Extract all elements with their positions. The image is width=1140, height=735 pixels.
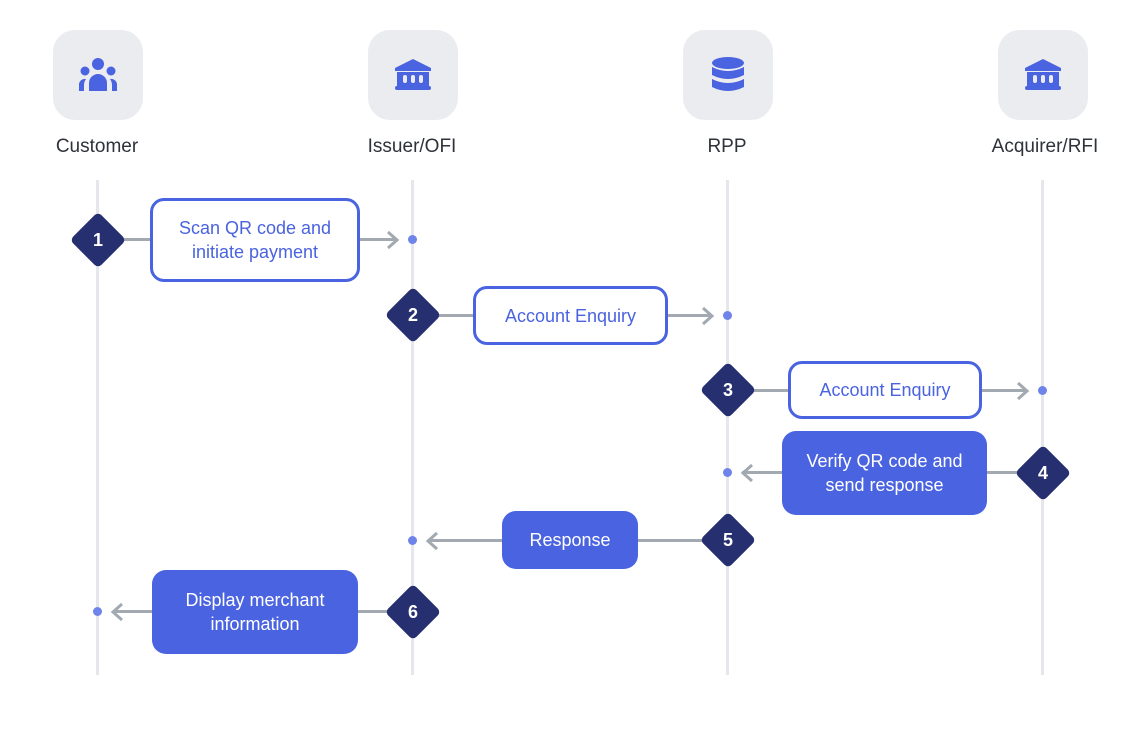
step-2-message: Account Enquiry (473, 286, 668, 345)
people-group-icon (79, 58, 117, 91)
actor-tile-rpp (683, 30, 773, 120)
arrow-right-icon (702, 306, 715, 326)
arrow-left-icon (425, 531, 438, 551)
step-1-message: Scan QR code and initiate payment (150, 198, 360, 282)
step-5-message: Response (502, 511, 638, 569)
actor-tile-acquirer (998, 30, 1088, 120)
actor-tile-customer (53, 30, 143, 120)
database-icon (712, 57, 744, 91)
step-6-message: Display merchant information (152, 570, 358, 654)
step-4-number: 4 (1037, 462, 1048, 483)
arrow-left-icon (740, 463, 753, 483)
step-4-target-dot (723, 468, 732, 477)
step-2-number: 2 (407, 304, 418, 325)
step-6-number: 6 (407, 601, 418, 622)
actor-label-acquirer: Acquirer/RFI (991, 136, 1099, 157)
step-3-target-dot (1038, 386, 1047, 395)
step-1-number: 1 (92, 229, 103, 250)
actor-label-rpp: RPP (707, 136, 747, 157)
lifeline-rpp (726, 180, 729, 675)
step-1-target-dot (408, 235, 417, 244)
step-4-message: Verify QR code and send response (782, 431, 987, 515)
arrow-left-icon (110, 602, 123, 622)
step-6-target-dot (93, 607, 102, 616)
step-3-message: Account Enquiry (788, 361, 982, 419)
step-5-number: 5 (722, 529, 733, 550)
actor-tile-issuer (368, 30, 458, 120)
lifeline-acquirer (1041, 180, 1044, 675)
bank-icon (395, 59, 431, 90)
step-5-target-dot (408, 536, 417, 545)
step-5-arrow-line (428, 539, 506, 542)
bank-icon (1025, 59, 1061, 90)
step-3-number: 3 (722, 379, 733, 400)
step-2-target-dot (723, 311, 732, 320)
arrow-right-icon (387, 230, 400, 250)
arrow-right-icon (1017, 381, 1030, 401)
actor-label-customer: Customer (55, 136, 139, 157)
actor-label-issuer: Issuer/OFI (367, 136, 457, 157)
